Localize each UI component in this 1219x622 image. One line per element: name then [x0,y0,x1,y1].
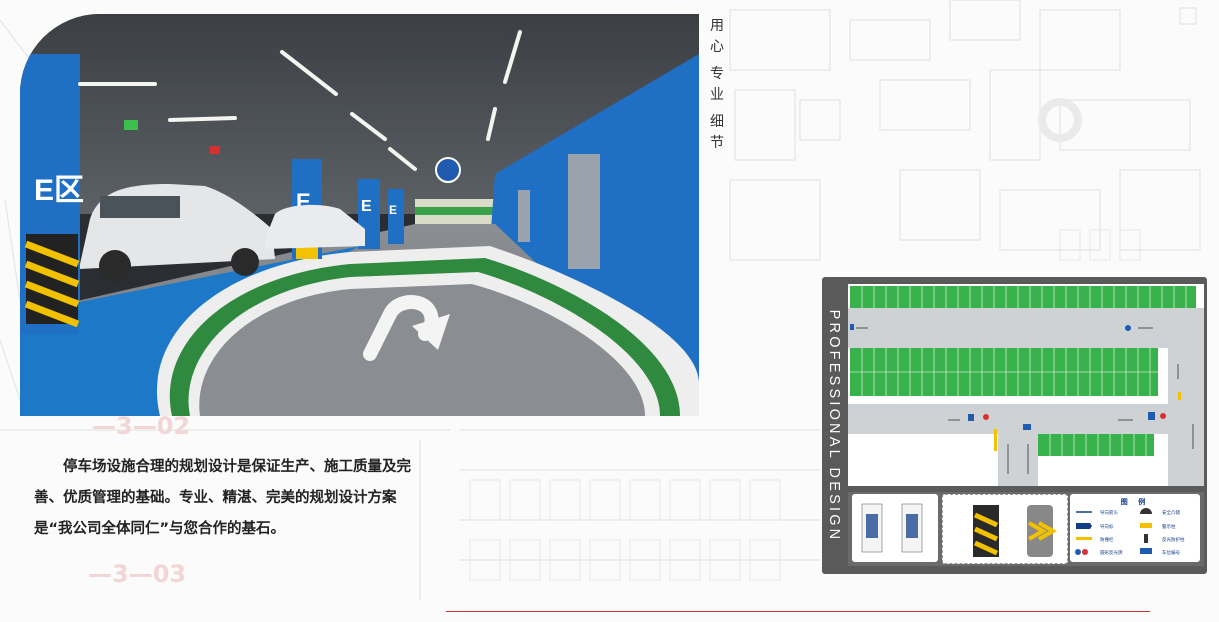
tagline-char: 心 [710,39,724,55]
legend-label: 安全凸镜 [1162,511,1180,516]
legend-label: 反光防护柱 [1162,538,1185,543]
background-label-3-02: —3—02 [92,412,190,440]
reflective-post-icon [1144,534,1148,543]
legend-title: 图 例 [1120,498,1150,506]
pillar-letter-2: E [361,198,372,215]
tagline-char: 节 [710,135,724,151]
column-protector-diagram [942,494,1068,564]
safety-mirror-icon [1140,508,1152,514]
pillar-letter-3: E [389,203,397,217]
parking-garage-photo: E区 E E E [20,14,699,416]
design-plan-card: PROFESSIONAL DESIGN 图 例 导向箭头 安全凸镜 导向标 警示… [822,277,1207,574]
background-label-3-03: —3—03 [88,560,186,588]
bottom-divider [446,611,1150,612]
vertical-tagline: 用 心 专 业 细 节 [706,16,728,154]
direction-sign-icon [435,157,461,183]
round-reflector-icon [1075,549,1081,555]
legend-panel: 图 例 导向箭头 安全凸镜 导向标 警示柱 防撞栏 反光防护柱 圆形反光牌 车位… [848,492,1204,566]
parking-layout-drawing [848,284,1204,486]
tagline-char: 业 [710,87,724,103]
legend-label: 导向箭头 [1100,511,1118,516]
zone-sign: E区 [34,174,84,207]
legend-label: 车位编号 [1162,551,1180,556]
right-door [568,154,600,269]
legend-label: 防撞栏 [1100,538,1114,543]
parking-number-diagram [852,494,938,562]
top-parking-row [850,286,1196,308]
legend-label: 警示柱 [1162,525,1176,530]
legend-box: 图 例 导向箭头 安全凸镜 导向标 警示柱 防撞栏 反光防护柱 圆形反光牌 车位… [1070,494,1200,562]
crash-barrier-icon [1076,537,1092,540]
background-corner-icon [1179,7,1197,25]
legend-label: 圆形反光牌 [1100,551,1123,556]
lower-parking-row [1038,434,1154,456]
guide-sign-icon [1076,523,1092,529]
intro-paragraph: 停车场设施合理的规划设计是保证生产、施工质量及完善、优质管理的基础。专业、精湛、… [34,459,411,537]
tagline-char: 细 [710,114,724,130]
professional-design-label: PROFESSIONAL DESIGN [826,309,842,542]
warning-post-icon [1140,523,1152,528]
tagline-char: 用 [710,18,724,34]
legend-label: 导向标 [1100,525,1114,530]
tagline-char: 专 [710,66,724,82]
space-number-icon [1140,548,1152,554]
